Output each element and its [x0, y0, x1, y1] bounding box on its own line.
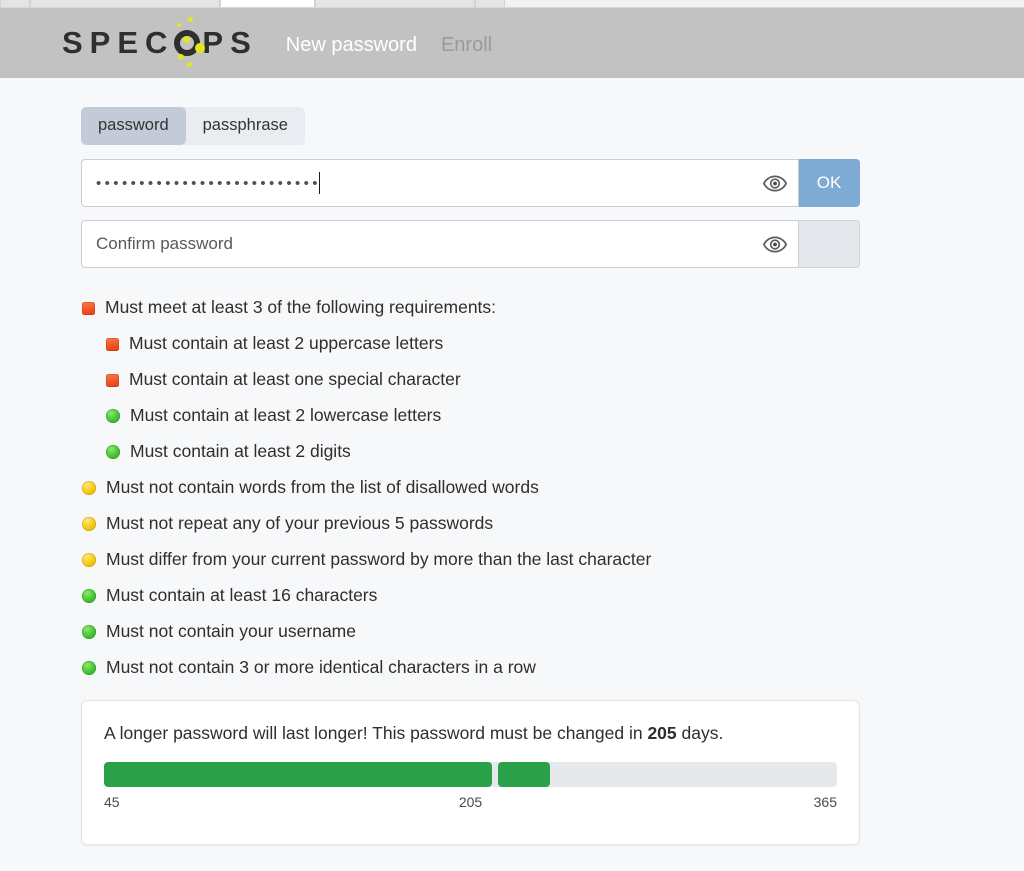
status-fail-icon: [82, 301, 95, 315]
requirement-label: Must not repeat any of your previous 5 p…: [106, 513, 494, 534]
tab-passphrase[interactable]: passphrase: [186, 107, 305, 145]
mode-tabs: password passphrase: [81, 107, 305, 145]
requirement-label: Must not contain 3 or more identical cha…: [106, 657, 536, 678]
logo-dot-6: [187, 62, 193, 67]
status-pending-icon: [82, 481, 96, 495]
requirement-item: Must meet at least 3 of the following re…: [82, 290, 942, 326]
expiry-message-prefix: A longer password will last longer! This…: [104, 723, 648, 743]
requirement-item: Must contain at least one special charac…: [82, 362, 942, 398]
expiry-progress-bar: [104, 762, 837, 787]
status-fail-icon: [106, 373, 119, 387]
status-fail-icon: [106, 337, 119, 351]
status-ok-icon: [106, 409, 120, 423]
new-password-row: •••••••••••••••••••••••••• OK: [81, 159, 860, 207]
logo-dot-2: [177, 23, 182, 27]
app-header: SPEC PS New password Enroll: [0, 8, 1024, 78]
requirement-label: Must contain at least one special charac…: [129, 369, 461, 390]
requirement-label: Must not contain your username: [106, 621, 356, 642]
submit-confirm-button[interactable]: [799, 220, 860, 268]
new-password-masked-value: ••••••••••••••••••••••••••: [96, 174, 321, 192]
requirement-item: Must contain at least 2 lowercase letter…: [82, 398, 942, 434]
requirement-item: Must not repeat any of your previous 5 p…: [82, 506, 942, 542]
status-pending-icon: [82, 517, 96, 531]
eye-icon[interactable]: [762, 172, 788, 194]
nav-link-enroll[interactable]: Enroll: [441, 34, 492, 57]
status-ok-icon: [82, 625, 96, 639]
expiry-message: A longer password will last longer! This…: [104, 723, 837, 744]
requirement-item: Must not contain 3 or more identical cha…: [82, 650, 942, 686]
requirement-label: Must contain at least 2 digits: [130, 441, 351, 462]
status-ok-icon: [82, 661, 96, 675]
browser-tab-3[interactable]: [220, 0, 315, 7]
progress-segment-2: [498, 762, 550, 787]
browser-tab-2[interactable]: [30, 0, 220, 7]
logo-text-before: SPEC: [62, 25, 175, 60]
browser-tab-4[interactable]: [315, 0, 475, 7]
header-nav: New password Enroll: [286, 34, 492, 57]
requirement-item: Must differ from your current password b…: [82, 542, 942, 578]
logo-o-mark: [174, 17, 206, 67]
confirm-password-placeholder: Confirm password: [96, 234, 233, 253]
requirement-item: Must contain at least 2 uppercase letter…: [82, 326, 942, 362]
logo-dot-5: [178, 54, 185, 60]
status-pending-icon: [82, 553, 96, 567]
new-password-input[interactable]: ••••••••••••••••••••••••••: [81, 159, 799, 207]
password-expiry-card: A longer password will last longer! This…: [81, 700, 860, 845]
requirement-label: Must contain at least 2 uppercase letter…: [129, 333, 444, 354]
requirement-item: Must contain at least 16 characters: [82, 578, 942, 614]
specops-logo: SPEC PS: [62, 17, 258, 67]
requirement-label: Must differ from your current password b…: [106, 549, 652, 570]
browser-tab-5[interactable]: [475, 0, 505, 7]
requirement-item: Must contain at least 2 digits: [82, 434, 942, 470]
scale-min-label: 45: [104, 794, 120, 810]
password-requirements-list: Must meet at least 3 of the following re…: [82, 290, 942, 686]
expiry-scale: 45 205 365: [104, 794, 837, 812]
browser-tab-1[interactable]: [0, 0, 30, 7]
text-caret: [318, 172, 320, 194]
progress-segment-1: [104, 762, 493, 787]
logo-text-after: PS: [202, 25, 258, 60]
status-ok-icon: [106, 445, 120, 459]
confirm-password-row: Confirm password: [81, 220, 860, 268]
confirm-password-input[interactable]: Confirm password: [81, 220, 799, 268]
nav-link-new-password[interactable]: New password: [286, 34, 417, 57]
expiry-message-suffix: days.: [676, 723, 724, 743]
eye-icon[interactable]: [762, 233, 788, 255]
scale-max-label: 365: [813, 794, 837, 810]
requirement-label: Must not contain words from the list of …: [106, 477, 539, 498]
page-body: password passphrase ••••••••••••••••••••…: [0, 78, 1024, 871]
requirement-item: Must not contain your username: [82, 614, 942, 650]
logo-dot-1: [188, 17, 194, 22]
tab-password[interactable]: password: [81, 107, 186, 145]
status-ok-icon: [82, 589, 96, 603]
requirement-label: Must contain at least 2 lowercase letter…: [130, 405, 442, 426]
scale-mid-label: 205: [458, 794, 483, 810]
requirement-item: Must not contain words from the list of …: [82, 470, 942, 506]
browser-tab-strip: [0, 0, 1024, 8]
requirement-label: Must meet at least 3 of the following re…: [105, 297, 497, 318]
expiry-days: 205: [647, 723, 677, 743]
requirement-label: Must contain at least 16 characters: [106, 585, 378, 606]
submit-password-button[interactable]: OK: [799, 159, 860, 207]
